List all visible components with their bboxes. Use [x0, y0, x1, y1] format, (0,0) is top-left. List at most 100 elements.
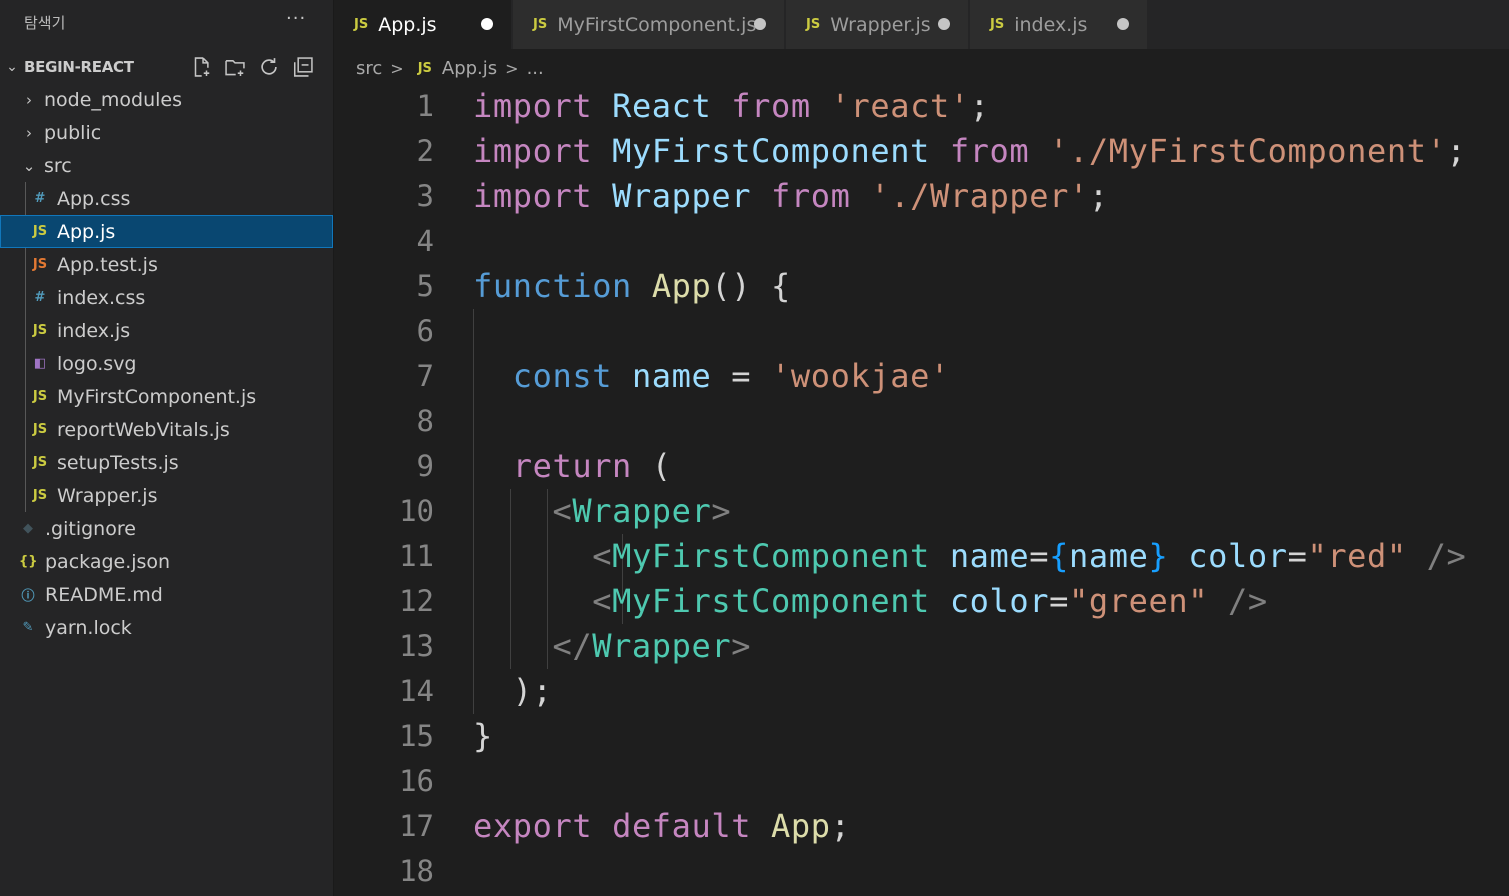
yarn-file-icon: ✎ [22, 620, 34, 635]
tree-item-logo-svg[interactable]: ◧ logo.svg [0, 347, 333, 380]
collapse-all-icon[interactable] [292, 56, 314, 78]
code-editor[interactable]: 1 2 3 4 5 6 7 8 9 10 11 12 13 14 15 16 17 18 import React… [334, 84, 1509, 896]
code-token: from [949, 132, 1030, 170]
code-token: } [1148, 537, 1169, 575]
code-token: { [1049, 537, 1070, 575]
code-token: import [473, 87, 593, 125]
tree-item-reportwebvitals-js[interactable]: JS reportWebVitals.js [0, 413, 333, 446]
js-file-icon: JS [533, 17, 548, 32]
tree-item-setuptests-js[interactable]: JS setupTests.js [0, 446, 333, 479]
code-token: from [771, 177, 851, 215]
tree-item-label: index.css [57, 286, 146, 309]
refresh-icon[interactable] [258, 56, 280, 78]
code-line[interactable]: const name = 'wookjae' [473, 354, 950, 399]
unsaved-dot-icon[interactable] [938, 18, 950, 30]
code-token: './Wrapper' [870, 177, 1089, 215]
code-token: ( [631, 447, 672, 485]
code-line[interactable]: <Wrapper> [473, 489, 731, 534]
code-line[interactable]: export default App; [473, 804, 851, 849]
code-token: color [949, 582, 1050, 620]
code-line[interactable]: import Wrapper from './Wrapper'; [473, 174, 1109, 219]
code-token: default [612, 807, 752, 845]
breadcrumb-folder[interactable]: src [356, 58, 382, 79]
workspace-section-header[interactable]: ⌄ BEGIN-REACT [0, 52, 333, 82]
line-number: 6 [416, 314, 434, 348]
code-token: Wrapper [612, 177, 752, 215]
line-number: 14 [399, 674, 434, 708]
tree-item-label: Wrapper.js [57, 484, 158, 507]
code-line[interactable]: </Wrapper> [473, 624, 751, 669]
code-token: ; [1088, 177, 1109, 215]
code-token: App [771, 807, 831, 845]
line-number: 17 [399, 809, 434, 843]
tab-app-js[interactable]: JS App.js [334, 0, 512, 49]
code-line[interactable]: ); [473, 669, 552, 714]
code-line[interactable]: import React from 'react'; [473, 84, 990, 129]
tree-item-index-js[interactable]: JS index.js [0, 314, 333, 347]
code-token: function [473, 267, 632, 305]
js-file-icon: JS [990, 17, 1005, 32]
code-token: > [711, 492, 732, 530]
code-token: /> [1426, 537, 1467, 575]
tree-item-readme-md[interactable]: ⓘ README.md [0, 578, 333, 611]
line-number: 5 [416, 269, 434, 303]
code-token: color [1188, 537, 1288, 575]
code-line[interactable]: function App() { [473, 264, 791, 309]
tree-item-node-modules[interactable]: › node_modules [0, 83, 333, 116]
chevron-right-icon: › [26, 90, 32, 109]
code-token: = [711, 357, 772, 395]
explorer-sidebar: 탐색기 ··· ⌄ BEGIN-REACT › node_modules › p… [0, 0, 334, 896]
tree-item-label: README.md [45, 583, 163, 606]
tab-wrapper-js[interactable]: JS Wrapper.js [786, 0, 969, 49]
new-file-icon[interactable] [190, 56, 212, 78]
line-number: 9 [416, 449, 434, 483]
tree-item-public[interactable]: › public [0, 116, 333, 149]
js-file-icon: JS [32, 455, 48, 470]
code-token: 'react' [830, 87, 970, 125]
tree-item-label: package.json [45, 550, 171, 573]
code-token: const [512, 357, 613, 395]
code-token: name [1069, 537, 1149, 575]
code-line[interactable]: import MyFirstComponent from './MyFirstC… [473, 129, 1466, 174]
tree-item-app-css[interactable]: # App.css [0, 182, 333, 215]
code-line[interactable]: <MyFirstComponent color="green" /> [473, 579, 1268, 624]
new-folder-icon[interactable] [224, 56, 246, 78]
chevron-down-icon: ⌄ [6, 59, 18, 75]
css-file-icon: # [34, 290, 46, 305]
tree-item-package-json[interactable]: {} package.json [0, 545, 333, 578]
code-line[interactable]: <MyFirstComponent name={name} color="red… [473, 534, 1466, 579]
tab-myfirstcomponent-js[interactable]: JS MyFirstComponent.js [513, 0, 785, 49]
tab-index-js[interactable]: JS index.js [970, 0, 1148, 49]
unsaved-dot-icon[interactable] [754, 18, 766, 30]
tree-item-yarn-lock[interactable]: ✎ yarn.lock [0, 611, 333, 644]
tree-item-label: MyFirstComponent.js [57, 385, 257, 408]
js-file-icon: JS [32, 323, 48, 338]
tree-item-label: node_modules [44, 88, 183, 111]
unsaved-dot-icon[interactable] [1117, 18, 1129, 30]
unsaved-dot-icon[interactable] [481, 18, 493, 30]
tree-item-app-test-js[interactable]: JS App.test.js [0, 248, 333, 281]
code-line[interactable]: return ( [473, 444, 672, 489]
code-line[interactable]: } [473, 714, 493, 759]
breadcrumb-file[interactable]: App.js [442, 58, 497, 79]
tree-item-label: App.css [57, 187, 131, 210]
tree-item-myfirstcomponent-js[interactable]: JS MyFirstComponent.js [0, 380, 333, 413]
js-file-icon: JS [32, 389, 48, 404]
breadcrumb: src > JS App.js > ... [356, 53, 544, 83]
tree-item-gitignore[interactable]: ◆ .gitignore [0, 512, 333, 545]
line-number: 8 [416, 404, 434, 438]
tree-item-src[interactable]: ⌄ src [0, 149, 333, 182]
line-number: 4 [416, 224, 434, 258]
tree-item-index-css[interactable]: # index.css [0, 281, 333, 314]
code-token: Wrapper [592, 627, 732, 665]
tree-item-app-js[interactable]: JS App.js [0, 215, 333, 248]
breadcrumb-symbol[interactable]: ... [527, 58, 544, 79]
more-actions-icon[interactable]: ··· [286, 8, 306, 29]
code-token: = [1049, 582, 1070, 620]
code-token: MyFirstComponent [612, 537, 930, 575]
tree-item-wrapper-js[interactable]: JS Wrapper.js [0, 479, 333, 512]
